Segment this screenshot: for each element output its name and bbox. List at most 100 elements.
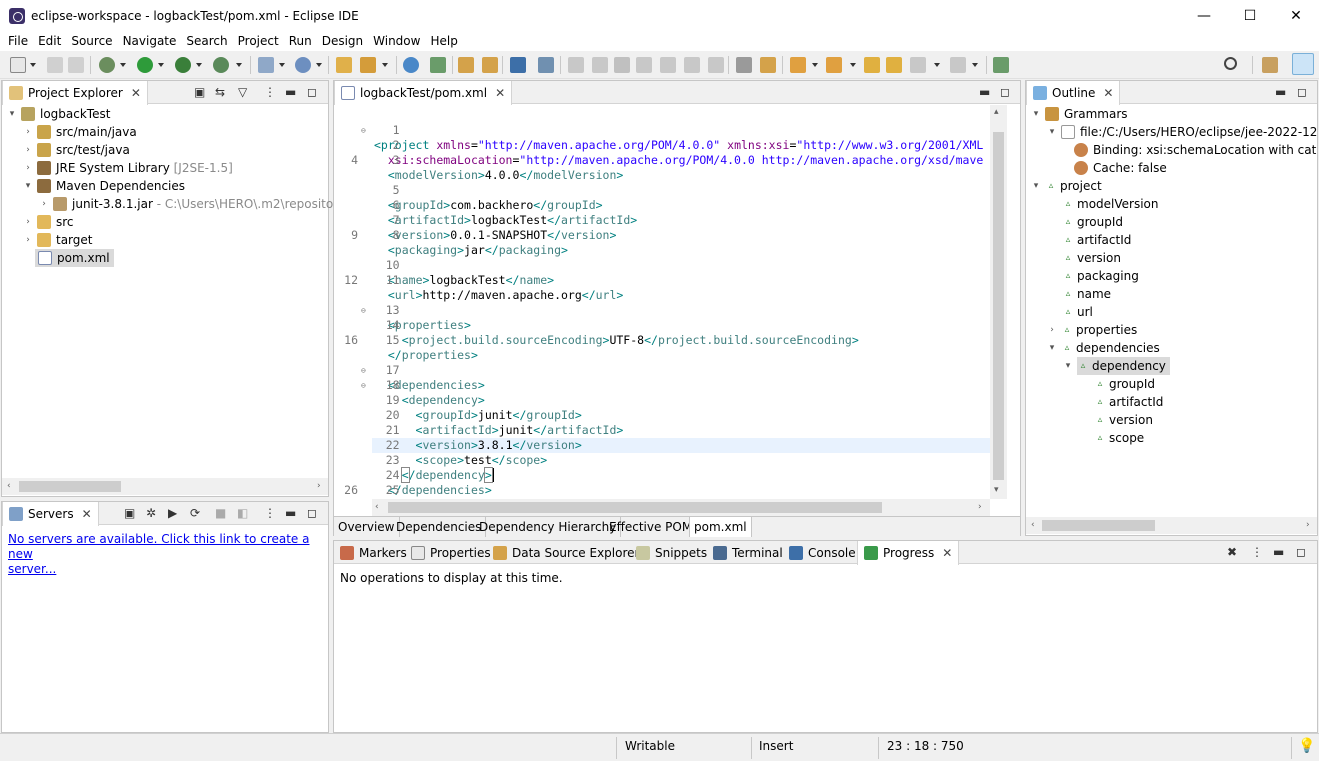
maximize-view-icon[interactable]: ◻ [1296, 545, 1306, 559]
jee-perspective-icon[interactable] [1292, 53, 1314, 75]
new-icon[interactable] [10, 57, 26, 73]
editor-hscrollbar[interactable]: ‹ › [372, 499, 990, 516]
debug-server-icon[interactable]: ✲ [146, 506, 156, 520]
prev-annotation-icon[interactable] [482, 57, 498, 73]
tree-item-jre-library[interactable]: › JRE System Library [J2SE-1.5] [22, 159, 233, 177]
close-icon[interactable]: ✕ [495, 86, 505, 100]
debug-dropdown-icon[interactable] [120, 63, 126, 67]
external-tools-icon[interactable] [213, 57, 229, 73]
open-type-icon[interactable] [336, 57, 352, 73]
tab-console[interactable]: Console [783, 541, 862, 564]
menu-project[interactable]: Project [233, 34, 284, 48]
save-icon[interactable] [47, 57, 63, 73]
outline-item-binding[interactable]: Binding: xsi:schemaLocation with catalog [1074, 141, 1317, 159]
outline-item-version[interactable]: ▵ version [1062, 249, 1121, 267]
minimize-view-icon[interactable]: ▬ [285, 506, 296, 520]
link-with-editor-icon[interactable]: ⇆ [215, 85, 225, 99]
last-edit-icon[interactable] [864, 57, 880, 73]
maximize-view-icon[interactable]: ◻ [307, 85, 317, 99]
debug-icon[interactable] [99, 57, 115, 73]
next-edit-dropdown-icon[interactable] [812, 63, 818, 67]
new-dropdown-icon[interactable] [30, 63, 36, 67]
outline-item-grammars[interactable]: ▾ Grammars [1030, 105, 1128, 123]
forward-edit-icon[interactable] [886, 57, 902, 73]
outline-item-dep-version[interactable]: ▵ version [1094, 411, 1153, 429]
pin-editor-icon[interactable] [993, 57, 1009, 73]
outline-hscrollbar[interactable]: ‹ › [1026, 517, 1317, 534]
outline-item-dependency[interactable]: ▾ ▵ dependency [1062, 357, 1170, 375]
close-icon[interactable]: ✕ [942, 546, 952, 560]
outline-item-artifactid[interactable]: ▵ artifactId [1062, 231, 1132, 249]
tab-progress[interactable]: Progress ✕ [857, 541, 960, 565]
tab-dependency-hierarchy[interactable]: Dependency Hierarchy [475, 517, 622, 537]
run-icon[interactable] [137, 57, 153, 73]
menu-search[interactable]: Search [181, 34, 232, 48]
outline-item-url[interactable]: ▵ url [1062, 303, 1093, 321]
minimize-view-icon[interactable]: ▬ [1275, 85, 1286, 99]
tab-overview[interactable]: Overview [334, 517, 400, 537]
tab-outline[interactable]: Outline ✕ [1026, 81, 1121, 105]
tree-item-junit-jar[interactable]: › junit-3.8.1.jar - C:\Users\HERO\.m2\rep… [38, 195, 333, 213]
close-icon[interactable]: ✕ [131, 86, 141, 100]
new-web-icon[interactable] [295, 57, 311, 73]
open-perspective-icon[interactable] [1262, 57, 1278, 73]
menu-source[interactable]: Source [66, 34, 117, 48]
minimize-view-icon[interactable]: ▬ [285, 85, 296, 99]
explorer-hscrollbar[interactable]: ‹ › [2, 478, 328, 495]
collapse-all-icon[interactable]: ▣ [194, 85, 205, 99]
view-menu-icon[interactable]: ⋮ [264, 506, 276, 520]
forward-dropdown-icon[interactable] [972, 63, 978, 67]
outline-item-grammar-file[interactable]: ▾ file:/C:/Users/HERO/eclipse/jee-2022-12… [1046, 123, 1317, 141]
next-edit-icon[interactable] [790, 57, 806, 73]
menu-help[interactable]: Help [425, 34, 462, 48]
outline-item-packaging[interactable]: ▵ packaging [1062, 267, 1139, 285]
outline-item-dep-scope[interactable]: ▵ scope [1094, 429, 1144, 447]
profile-server-icon[interactable]: ⟳ [190, 506, 200, 520]
open-task-icon[interactable] [360, 57, 376, 73]
link-icon[interactable] [538, 57, 554, 73]
tree-item-pom-xml[interactable]: pom.xml [35, 249, 114, 267]
search-icon[interactable] [1224, 57, 1237, 70]
maximize-view-icon[interactable]: ◻ [1000, 85, 1010, 99]
close-icon[interactable]: ✕ [82, 507, 92, 521]
back-dropdown-icon[interactable] [934, 63, 940, 67]
create-server-link[interactable]: No servers are available. Click this lin… [8, 532, 318, 577]
outline-item-dependencies[interactable]: ▾ ▵ dependencies [1046, 339, 1160, 357]
open-task-dropdown-icon[interactable] [382, 63, 388, 67]
tab-pom-xml-editor[interactable]: logbackTest/pom.xml ✕ [334, 81, 513, 105]
menu-navigate[interactable]: Navigate [118, 34, 182, 48]
view-menu-icon[interactable]: ⋮ [1251, 545, 1263, 559]
menu-design[interactable]: Design [317, 34, 368, 48]
menu-run[interactable]: Run [284, 34, 317, 48]
maximize-button[interactable]: ☐ [1227, 0, 1273, 31]
forward-icon[interactable] [950, 57, 966, 73]
run-server-dropdown-icon[interactable] [196, 63, 202, 67]
minimize-view-icon[interactable]: ▬ [979, 85, 990, 99]
minimize-view-icon[interactable]: ▬ [1273, 545, 1284, 559]
external-tools-dropdown-icon[interactable] [236, 63, 242, 67]
outline-item-dep-groupid[interactable]: ▵ groupId [1094, 375, 1155, 393]
tab-snippets[interactable]: Snippets [630, 541, 713, 564]
globe-icon[interactable] [403, 57, 419, 73]
outline-item-dep-artifactid[interactable]: ▵ artifactId [1094, 393, 1164, 411]
save-all-icon[interactable] [68, 57, 84, 73]
new-server-dropdown-icon[interactable] [279, 63, 285, 67]
prev-edit-dropdown-icon[interactable] [850, 63, 856, 67]
new-server-icon[interactable] [258, 57, 274, 73]
run-dropdown-icon[interactable] [158, 63, 164, 67]
tab-properties[interactable]: Properties [405, 541, 497, 564]
outline-item-cache[interactable]: Cache: false [1074, 159, 1167, 177]
tab-dependencies[interactable]: Dependencies [392, 517, 487, 537]
outline-item-modelversion[interactable]: ▵ modelVersion [1062, 195, 1159, 213]
terminal-icon[interactable] [510, 57, 526, 73]
outline-item-properties[interactable]: › ▵ properties [1046, 321, 1137, 339]
prev-edit-icon[interactable] [826, 57, 842, 73]
run-server-icon[interactable] [175, 57, 191, 73]
search-file-icon[interactable] [430, 57, 446, 73]
tree-item-maven-dependencies[interactable]: ▾ Maven Dependencies [22, 177, 185, 195]
back-icon[interactable] [910, 57, 926, 73]
tree-item-project[interactable]: ▾ logbackTest [6, 105, 110, 123]
tab-terminal[interactable]: Terminal [707, 541, 789, 564]
tab-effective-pom[interactable]: Effective POM [605, 517, 698, 537]
outline-item-name[interactable]: ▵ name [1062, 285, 1111, 303]
